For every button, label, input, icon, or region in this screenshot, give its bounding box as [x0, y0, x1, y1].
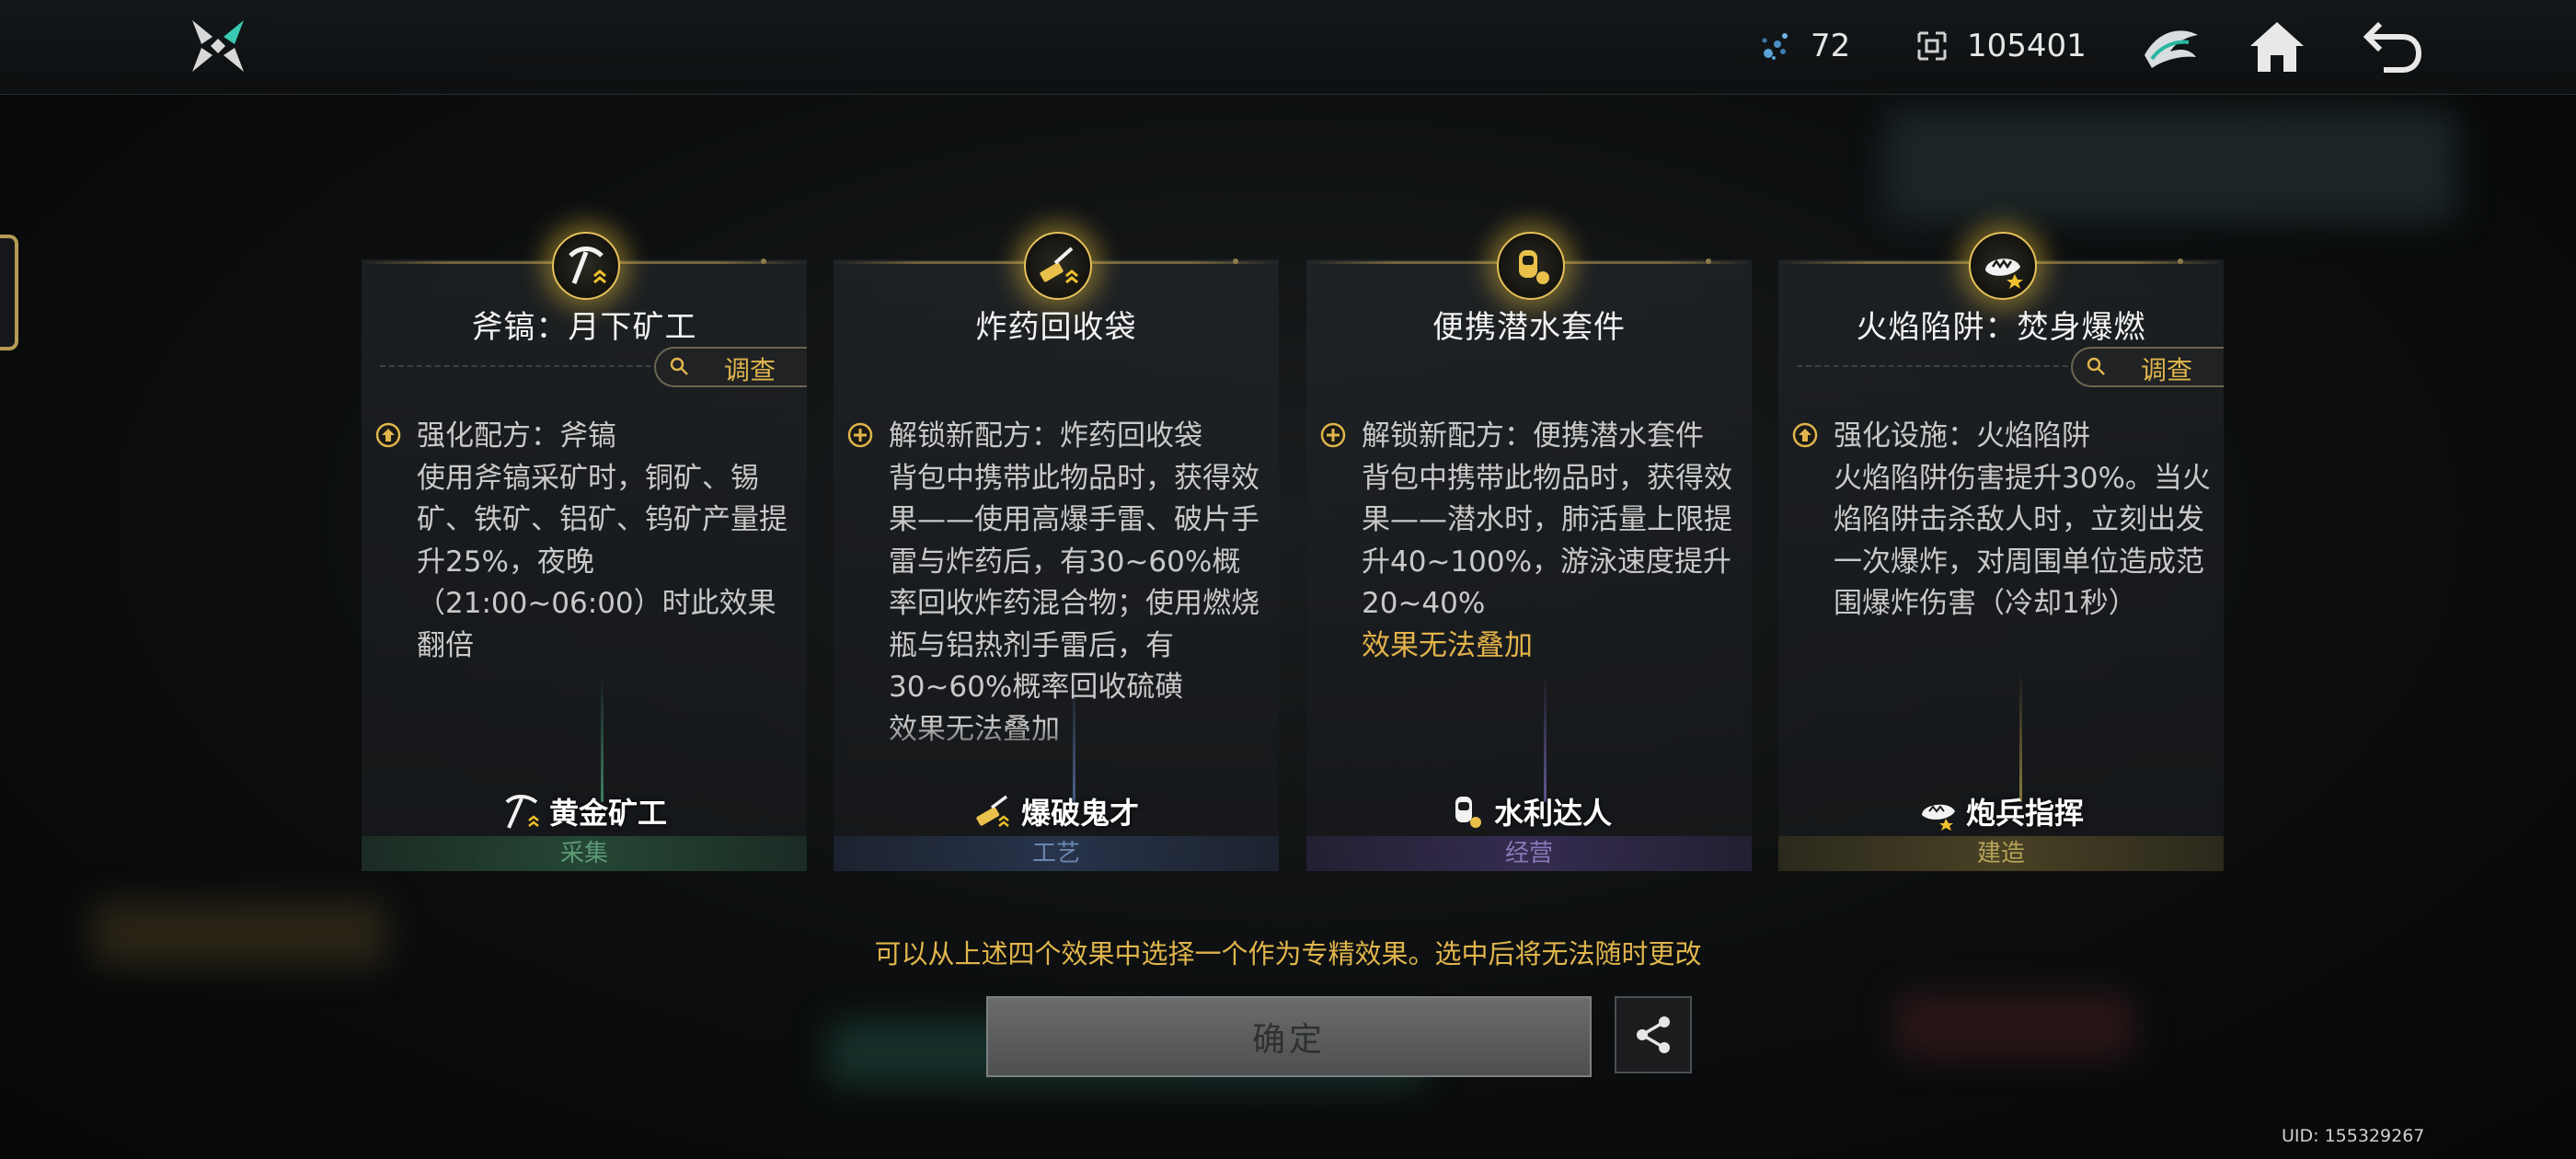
category-bar: 经营 — [1306, 836, 1752, 871]
card-title: 便携潜水套件 — [1432, 309, 1626, 346]
logo-icon[interactable] — [189, 17, 247, 75]
trait-label: 水利达人 — [1306, 791, 1752, 832]
trait-name: 水利达人 — [1493, 796, 1612, 831]
artillery-icon — [1985, 258, 2023, 289]
energy-counter: 72 — [1757, 24, 1850, 68]
effect-description: 解锁新配方：炸药回收袋 背包中携带此物品时，获得效果——使用高爆手雷、破片手雷与… — [846, 416, 1270, 761]
coin-counter: 105401 — [1914, 24, 2087, 68]
explosive-icon — [1040, 247, 1078, 284]
home-icon[interactable] — [2245, 15, 2309, 79]
light-beam — [2019, 673, 2022, 802]
share-icon — [1637, 1016, 1670, 1053]
text-fade — [846, 724, 1270, 761]
effect-text: 强化配方：斧镐 使用斧镐采矿时，铜矿、锡矿、铁矿、铝矿、钨矿产量提升25%，夜晚… — [417, 419, 788, 662]
pickaxe-icon — [505, 795, 539, 829]
light-beam — [1544, 673, 1547, 802]
share-button[interactable] — [1615, 996, 1692, 1073]
background-blur — [1886, 110, 2456, 221]
unlock-icon — [847, 422, 873, 448]
effect-description: 解锁新配方：便携潜水套件 背包中携带此物品时，获得效果——潜水时，肺活量上限提升… — [1319, 416, 1742, 784]
background-blur — [1895, 993, 2134, 1058]
category-bar: 工艺 — [834, 836, 1279, 871]
card-emblem — [1969, 232, 2037, 300]
coin-icon — [1917, 31, 1947, 61]
effect-text: 解锁新配方：便携潜水套件 背包中携带此物品时，获得效果——潜水时，肺活量上限提升… — [1362, 416, 1739, 667]
card-title: 火焰陷阱：焚身爆燃 — [1856, 309, 2146, 346]
selection-hint: 可以从上述四个效果中选择一个作为专精效果。选中后将无法随时更改 — [874, 938, 1702, 970]
search-icon — [2087, 357, 2105, 375]
card-title: 炸药回收袋 — [975, 309, 1137, 346]
trait-name: 炮兵指挥 — [1965, 796, 2084, 831]
trait-label: 爆破鬼才 — [834, 791, 1279, 832]
search-icon — [670, 357, 688, 375]
category-bar: 采集 — [362, 836, 807, 871]
explosive-icon — [976, 795, 1009, 827]
survey-button[interactable]: 调查 — [2071, 347, 2224, 387]
survey-button[interactable]: 调查 — [654, 347, 807, 387]
effect-text: 解锁新配方：炸药回收袋 背包中携带此物品时，获得效果——使用高爆手雷、破片手雷与… — [889, 419, 1259, 746]
pickaxe-icon — [569, 247, 606, 284]
diving-icon — [1455, 797, 1481, 828]
light-beam — [601, 673, 604, 802]
specialty-card-4[interactable]: 火焰陷阱：焚身爆燃 调查 强化设施：火焰陷阱 火焰陷阱伤害提升30%。当火焰陷阱… — [1778, 232, 2224, 871]
confirm-label: 确定 — [1251, 1021, 1326, 1059]
effect-text: 强化设施：火焰陷阱 火焰陷阱伤害提升30%。当火焰陷阱击杀敌人时，立刻出发一次爆… — [1834, 419, 2211, 620]
energy-value: 72 — [1811, 28, 1851, 64]
card-emblem — [552, 232, 620, 300]
effect-description: 强化设施：火焰陷阱 火焰陷阱伤害提升30%。当火焰陷阱击杀敌人时，立刻出发一次爆… — [1791, 416, 2214, 784]
unlock-icon — [1320, 422, 1346, 448]
category-label: 工艺 — [1031, 840, 1080, 867]
coin-value: 105401 — [1967, 28, 2087, 64]
upgrade-icon — [375, 422, 401, 448]
category-label: 采集 — [559, 840, 608, 867]
back-icon[interactable] — [2360, 15, 2424, 79]
category-label: 建造 — [1976, 840, 2025, 867]
diving-icon — [1519, 250, 1549, 284]
team-emblem-icon[interactable] — [2139, 15, 2203, 79]
upgrade-icon — [1792, 422, 1818, 448]
artillery-icon — [1921, 804, 1955, 831]
effect-body: 解锁新配方：便携潜水套件 背包中携带此物品时，获得效果——潜水时，肺活量上限提升… — [1362, 419, 1732, 620]
trait-name: 爆破鬼才 — [1020, 796, 1139, 831]
top-bar: 72 105401 — [0, 0, 2576, 95]
effect-description: 强化配方：斧镐 使用斧镐采矿时，铜矿、锡矿、铁矿、铝矿、钨矿产量提升25%，夜晚… — [374, 416, 798, 784]
card-title: 斧镐：月下矿工 — [471, 309, 697, 346]
confirm-button[interactable]: 确定 — [986, 996, 1592, 1077]
survey-label: 调查 — [724, 355, 776, 385]
energy-icon — [1762, 33, 1788, 60]
specialty-card-1[interactable]: 斧镐：月下矿工 调查 强化配方：斧镐 使用斧镐采矿时，铜矿、锡矿、铁矿、铝矿、钨… — [362, 232, 807, 871]
effect-highlight: 效果无法叠加 — [1362, 628, 1533, 662]
light-beam — [1073, 673, 1075, 802]
side-tab[interactable] — [0, 235, 18, 350]
uid-label: UID: 155329267 — [2282, 1126, 2425, 1146]
trait-label: 炮兵指挥 — [1778, 791, 2224, 832]
survey-label: 调查 — [2141, 355, 2193, 385]
trait-name: 黄金矿工 — [548, 796, 667, 831]
specialty-card-3[interactable]: 便携潜水套件 解锁新配方：便携潜水套件 背包中携带此物品时，获得效果——潜水时，… — [1306, 232, 1752, 871]
specialty-card-2[interactable]: 炸药回收袋 解锁新配方：炸药回收袋 背包中携带此物品时，获得效果——使用高爆手雷… — [834, 232, 1279, 871]
category-bar: 建造 — [1778, 836, 2224, 871]
trait-label: 黄金矿工 — [362, 791, 807, 832]
category-label: 经营 — [1504, 840, 1553, 867]
card-emblem — [1497, 232, 1565, 300]
card-emblem — [1024, 232, 1092, 300]
